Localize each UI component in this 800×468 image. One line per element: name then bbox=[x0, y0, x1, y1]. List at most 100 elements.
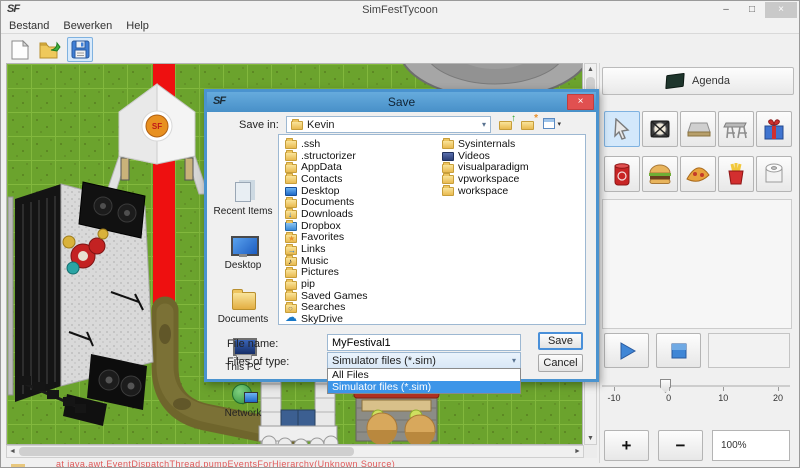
save-button-toolbar[interactable] bbox=[67, 37, 93, 62]
folder-icon bbox=[442, 140, 454, 149]
scroll-right-arrow[interactable]: ► bbox=[572, 446, 583, 457]
up-one-level-button[interactable]: ↑ bbox=[499, 116, 515, 131]
save-button[interactable]: Save bbox=[538, 332, 583, 350]
save-floppy-icon bbox=[71, 40, 90, 59]
places-sidebar-item[interactable]: Desktop bbox=[210, 234, 276, 271]
folder-icon bbox=[442, 175, 454, 184]
menu-item[interactable]: Bestand bbox=[9, 19, 49, 33]
file-list-item[interactable]: Favorites bbox=[285, 232, 368, 244]
pizza-tool[interactable] bbox=[680, 156, 716, 192]
folder-icon bbox=[285, 140, 297, 149]
stage-truss-tool[interactable] bbox=[718, 111, 754, 147]
menu-item[interactable]: Bewerken bbox=[63, 19, 112, 33]
burger-tool[interactable] bbox=[642, 156, 678, 192]
view-menu-button[interactable]: ▾ bbox=[543, 116, 559, 131]
play-button[interactable] bbox=[604, 333, 649, 368]
view-menu-icon bbox=[543, 118, 555, 129]
gift-tool[interactable] bbox=[756, 111, 792, 147]
toilet-paper-tool[interactable] bbox=[756, 156, 792, 192]
burger-stand bbox=[354, 388, 439, 445]
zoom-in-button[interactable]: + bbox=[604, 430, 649, 461]
file-list-item[interactable]: visualparadigm bbox=[442, 161, 529, 173]
file-list-item[interactable]: Sysinternals bbox=[442, 138, 529, 150]
file-list-item[interactable]: .ssh bbox=[285, 138, 368, 150]
maximize-button[interactable]: □ bbox=[739, 2, 765, 18]
agenda-button[interactable]: Agenda bbox=[602, 67, 794, 95]
file-list-item[interactable]: Music bbox=[285, 255, 368, 267]
main-window: SF SimFestTycoon – □ × Bestand Bewerken He… bbox=[0, 0, 800, 468]
combo-arrow-icon[interactable]: ▾ bbox=[482, 120, 486, 129]
scroll-left-arrow[interactable]: ◄ bbox=[7, 446, 18, 457]
places-sidebar-item[interactable]: Recent Items bbox=[210, 180, 276, 217]
stage-light-tool[interactable] bbox=[642, 111, 678, 147]
taskbar-fragment bbox=[11, 464, 25, 468]
file-list-item[interactable]: Dropbox bbox=[285, 220, 368, 232]
fries-tool[interactable] bbox=[718, 156, 754, 192]
trash-can-tool[interactable] bbox=[604, 156, 640, 192]
horizontal-scroll-thumb[interactable] bbox=[19, 447, 354, 456]
save-in-label: Save in: bbox=[239, 119, 279, 131]
close-button[interactable]: × bbox=[765, 2, 797, 18]
speed-slider[interactable]: -1001020 bbox=[602, 377, 790, 411]
window-title: SimFestTycoon bbox=[1, 4, 799, 16]
file-list-item[interactable]: workspace bbox=[442, 185, 529, 197]
file-list-item[interactable]: pip bbox=[285, 278, 368, 290]
stop-button[interactable] bbox=[656, 333, 701, 368]
dropdown-option[interactable]: All Files bbox=[328, 369, 520, 381]
file-list-item[interactable]: Documents bbox=[285, 196, 368, 208]
agenda-list-panel[interactable] bbox=[602, 199, 792, 329]
file-list-item[interactable]: Desktop bbox=[285, 185, 368, 197]
file-list-item[interactable]: .structorizer bbox=[285, 150, 368, 162]
menu-item[interactable]: Help bbox=[126, 19, 149, 33]
file-list-item[interactable]: Links bbox=[285, 243, 368, 255]
file-list-column-2: Sysinternals Videos visualparadigm vpwor… bbox=[442, 138, 529, 196]
scroll-up-arrow[interactable]: ▲ bbox=[585, 64, 596, 75]
save-in-combobox[interactable]: Kevin ▾ bbox=[286, 116, 491, 133]
file-list-item[interactable]: SkyDrive bbox=[285, 313, 368, 325]
select-cursor-tool[interactable] bbox=[604, 111, 640, 147]
files-of-type-label: Files of type: bbox=[227, 356, 289, 368]
file-list-item[interactable]: Saved Games bbox=[285, 290, 368, 302]
skydrive-icon bbox=[285, 316, 297, 325]
files-of-type-combobox[interactable]: Simulator files (*.sim) ▾ bbox=[327, 352, 521, 369]
folder-icon bbox=[291, 121, 303, 130]
places-sidebar-item[interactable]: Network bbox=[210, 382, 276, 419]
open-folder-icon bbox=[39, 40, 61, 60]
open-folder-button[interactable] bbox=[37, 37, 63, 62]
file-list-item[interactable]: Searches bbox=[285, 302, 368, 314]
road-tile-tool[interactable] bbox=[680, 111, 716, 147]
tick-label: -10 bbox=[602, 393, 626, 403]
new-document-button[interactable] bbox=[7, 37, 33, 62]
places-sidebar-item[interactable]: Documents bbox=[210, 288, 276, 325]
status-box bbox=[708, 333, 790, 368]
svg-text:SF: SF bbox=[152, 122, 162, 131]
horizontal-scrollbar[interactable]: ◄ ► bbox=[6, 445, 584, 458]
main-toolbar bbox=[1, 35, 799, 63]
file-list-item[interactable]: vpworkspace bbox=[442, 173, 529, 185]
desktop-monitor-icon bbox=[228, 234, 258, 258]
file-list-item[interactable]: Contacts bbox=[285, 173, 368, 185]
scroll-down-arrow[interactable]: ▼ bbox=[585, 433, 596, 444]
folder-icon bbox=[285, 269, 297, 278]
minimize-button[interactable]: – bbox=[713, 2, 739, 18]
file-list-item[interactable]: AppData bbox=[285, 161, 368, 173]
file-list[interactable]: .ssh .structorizer AppData Contacts Desk… bbox=[278, 134, 586, 325]
recent-items-icon bbox=[228, 180, 258, 204]
slider-track[interactable] bbox=[602, 385, 790, 387]
places-sidebar: Recent Items Desktop Documents This PC N… bbox=[210, 134, 276, 372]
new-folder-button[interactable]: * bbox=[521, 116, 537, 131]
file-list-item[interactable]: Pictures bbox=[285, 267, 368, 279]
dialog-close-button[interactable]: × bbox=[567, 94, 594, 110]
folder-icon bbox=[285, 152, 297, 161]
combo-arrow-icon[interactable]: ▾ bbox=[512, 356, 516, 365]
slider-tick-labels: -1001020 bbox=[602, 393, 790, 403]
file-list-item[interactable]: Videos bbox=[442, 150, 529, 162]
cancel-button[interactable]: Cancel bbox=[538, 354, 583, 372]
file-name-input[interactable] bbox=[327, 334, 521, 351]
links-icon bbox=[285, 246, 297, 255]
zoom-out-button[interactable]: − bbox=[658, 430, 703, 461]
dialog-title-bar[interactable]: SF Save × bbox=[207, 92, 596, 112]
file-list-item[interactable]: Downloads bbox=[285, 208, 368, 220]
dropdown-option[interactable]: Simulator files (*.sim) bbox=[328, 381, 520, 393]
cursor-icon bbox=[612, 118, 632, 140]
